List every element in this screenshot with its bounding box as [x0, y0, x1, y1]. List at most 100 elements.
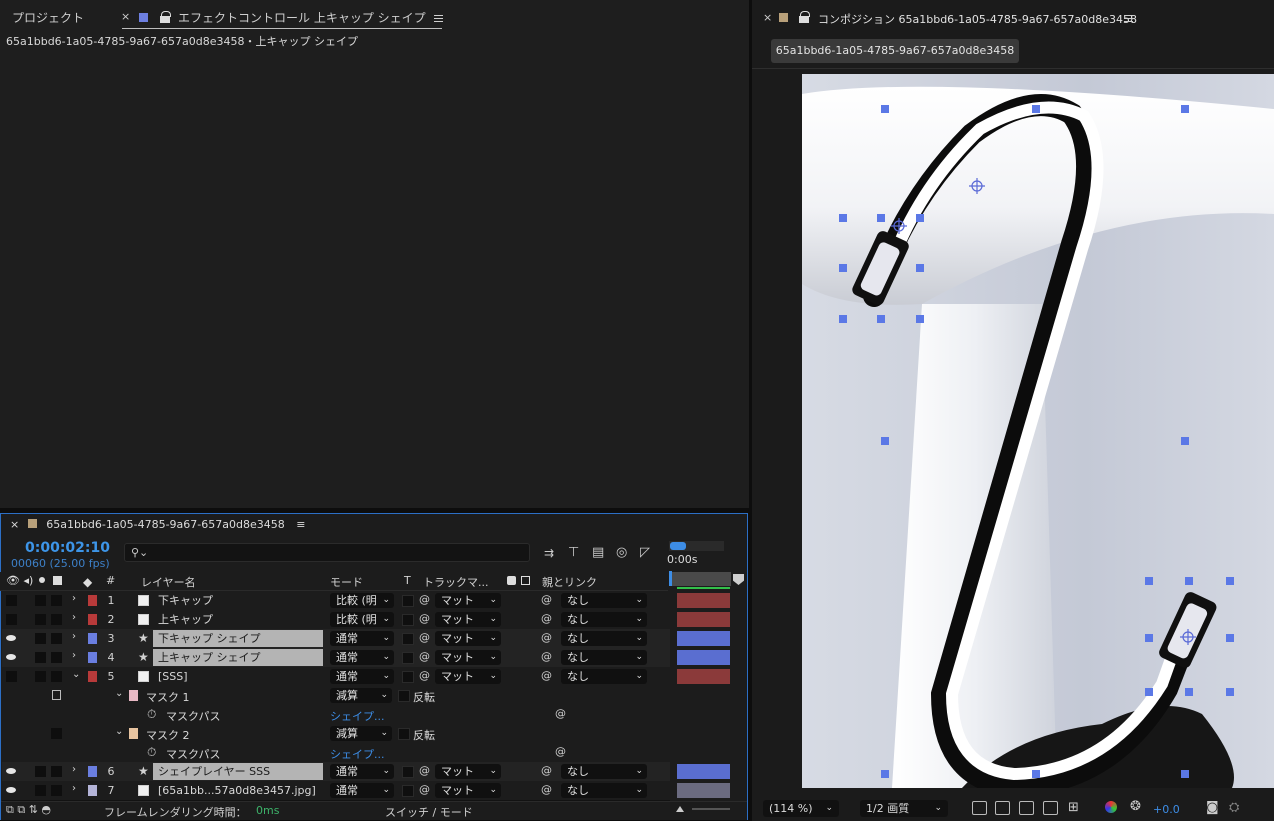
mask-lock-icon[interactable] [52, 690, 61, 700]
tab-effect-controls[interactable]: エフェクトコントロール 上キャップ シェイプ [178, 9, 426, 26]
chevron-right-icon[interactable]: › [72, 764, 76, 775]
frame-blending-icon[interactable]: ▤ [592, 545, 604, 560]
solo-toggle[interactable] [35, 595, 46, 606]
visibility-eye-icon[interactable] [6, 635, 16, 641]
layer-name[interactable]: 上キャップ [153, 611, 323, 628]
stopwatch-icon[interactable]: ⏱ [147, 707, 156, 722]
bbox-handle[interactable] [1185, 577, 1193, 585]
bbox-handle[interactable] [839, 264, 847, 272]
color-channel-icon[interactable] [1105, 801, 1117, 813]
timeline-tab[interactable]: × 65a1bbd6-1a05-4785-9a67-657a0d8e3458 ≡ [10, 518, 305, 531]
layer-name[interactable]: [65a1bb...57a0d8e3457.jpg] [153, 782, 323, 799]
layer-search-input[interactable]: ⚲⌄ [124, 543, 530, 562]
visibility-toggle[interactable] [6, 671, 17, 682]
bbox-handle[interactable] [1181, 770, 1189, 778]
track-matte-dropdown[interactable]: マット ⌄ [435, 764, 501, 779]
matte-pickwhip-icon[interactable]: @ [419, 631, 430, 644]
preserve-transparency-toggle[interactable] [402, 785, 414, 797]
bbox-handle[interactable] [1226, 634, 1234, 642]
bbox-handle[interactable] [881, 105, 889, 113]
chevron-down-icon[interactable]: ⌄ [72, 669, 80, 680]
bbox-handle[interactable] [1145, 688, 1153, 696]
parent-pickwhip-icon[interactable]: @ [541, 764, 552, 777]
time-navigator[interactable] [669, 541, 724, 551]
visibility-toggle[interactable] [6, 595, 17, 606]
invert-checkbox[interactable] [398, 728, 410, 740]
lock-toggle[interactable] [51, 614, 62, 625]
zoom-dropdown[interactable]: (114 %) ⌄ [763, 800, 839, 817]
visibility-eye-icon[interactable] [6, 768, 16, 774]
color-management-icon[interactable]: ❂ [1130, 799, 1141, 814]
mask-pickwhip-icon[interactable]: @ [555, 745, 566, 758]
mask-path-value[interactable]: シェイプ... [330, 746, 385, 762]
stopwatch-icon[interactable]: ⏱ [147, 745, 156, 760]
bbox-handle[interactable] [877, 214, 885, 222]
mask-color-swatch[interactable] [129, 690, 138, 701]
playhead[interactable] [669, 571, 672, 586]
exposure-value[interactable]: +0.0 [1153, 803, 1180, 816]
current-timecode[interactable]: 0:00:02:10 [25, 540, 110, 556]
layer-label-color[interactable] [88, 652, 97, 663]
close-icon[interactable]: × [763, 11, 772, 24]
mask-mode-dropdown[interactable]: 減算 ⌄ [330, 688, 392, 703]
preserve-transparency-toggle[interactable] [402, 614, 414, 626]
parent-pickwhip-icon[interactable]: @ [541, 783, 552, 796]
solo-toggle[interactable] [35, 671, 46, 682]
bbox-handle[interactable] [839, 214, 847, 222]
resolution-dropdown[interactable]: 1/2 画質 ⌄ [860, 800, 948, 817]
layer-label-color[interactable] [88, 595, 97, 606]
lock-icon[interactable] [799, 11, 810, 23]
bbox-handle[interactable] [1181, 105, 1189, 113]
chevron-right-icon[interactable]: › [72, 783, 76, 794]
solo-toggle[interactable] [35, 785, 46, 796]
close-icon[interactable]: × [121, 10, 130, 23]
layer-label-color[interactable] [88, 785, 97, 796]
mask-name[interactable]: マスク 2 [146, 727, 190, 743]
chevron-down-icon[interactable]: ⌄ [115, 688, 123, 699]
layer-duration-bar[interactable] [677, 783, 730, 798]
blend-mode-dropdown[interactable]: 通常 ⌄ [330, 764, 394, 779]
layer-duration-bar[interactable] [677, 612, 730, 627]
footer-toggle-icons[interactable]: ⧉ ⧉ ⇅ ◓ [6, 803, 51, 817]
solo-toggle[interactable] [35, 633, 46, 644]
lock-icon[interactable] [160, 11, 171, 23]
tab-composition[interactable]: コンポジション 65a1bbd6-1a05-4785-9a67-657a0d8e… [818, 11, 1137, 27]
tab-project[interactable]: プロジェクト [12, 9, 84, 26]
mask-lock-toggle[interactable] [51, 728, 62, 739]
bbox-handle[interactable] [1181, 437, 1189, 445]
parent-dropdown[interactable]: なし ⌄ [561, 783, 647, 798]
preserve-transparency-toggle[interactable] [402, 671, 414, 683]
chevron-right-icon[interactable]: › [72, 612, 76, 623]
preserve-transparency-toggle[interactable] [402, 633, 414, 645]
preserve-transparency-toggle[interactable] [402, 652, 414, 664]
region-of-interest-icon[interactable] [1043, 801, 1058, 815]
composition-flowchart-icon[interactable]: ⇉ [544, 546, 554, 560]
preserve-transparency-toggle[interactable] [402, 766, 414, 778]
layer-name[interactable]: シェイプレイヤー SSS [153, 763, 323, 780]
matte-pickwhip-icon[interactable]: @ [419, 650, 430, 663]
graph-editor-icon[interactable]: ◸ [640, 545, 650, 560]
bbox-handle[interactable] [916, 214, 924, 222]
track-matte-dropdown[interactable]: マット ⌄ [435, 593, 501, 608]
bbox-handle[interactable] [1185, 688, 1193, 696]
lock-toggle[interactable] [51, 652, 62, 663]
parent-pickwhip-icon[interactable]: @ [541, 612, 552, 625]
snapshot-icon[interactable]: ◙ [1206, 800, 1219, 815]
layer-name[interactable]: 下キャップ [153, 592, 323, 609]
parent-pickwhip-icon[interactable]: @ [541, 650, 552, 663]
parent-dropdown[interactable]: なし ⌄ [561, 764, 647, 779]
parent-pickwhip-icon[interactable]: @ [541, 631, 552, 644]
chevron-down-icon[interactable]: ⌄ [115, 726, 123, 737]
comp-breadcrumb-chip[interactable]: 65a1bbd6-1a05-4785-9a67-657a0d8e3458 [771, 39, 1019, 63]
bbox-handle[interactable] [916, 315, 924, 323]
transparency-grid-icon[interactable] [995, 801, 1010, 815]
bbox-handle[interactable] [877, 315, 885, 323]
track-matte-dropdown[interactable]: マット ⌄ [435, 612, 501, 627]
show-snapshot-icon[interactable]: ⛭ [1229, 800, 1239, 815]
composition-viewer[interactable] [802, 74, 1274, 788]
parent-dropdown[interactable]: なし ⌄ [561, 650, 647, 665]
layer-name-header[interactable]: レイヤー名 [141, 574, 196, 590]
zoom-slider[interactable] [692, 808, 730, 810]
grid-guides-icon[interactable]: ⊞ [1068, 800, 1079, 815]
track-matte-dropdown[interactable]: マット ⌄ [435, 650, 501, 665]
